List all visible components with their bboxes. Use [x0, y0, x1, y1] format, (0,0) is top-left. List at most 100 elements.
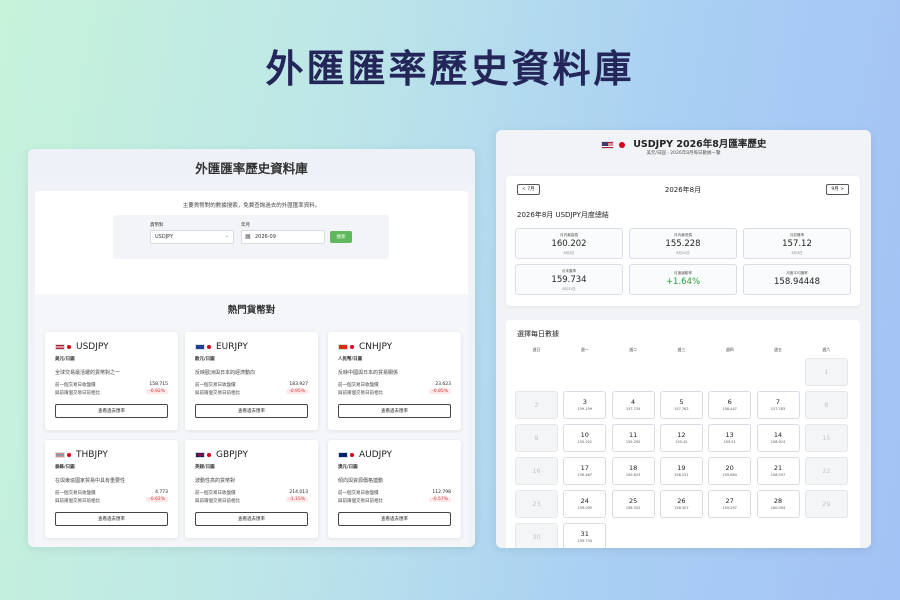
monthly-summary-card: < 7月 2026年8月 9月 > 2026年8月 USDJPY月度總結 月內最…: [506, 176, 860, 306]
gb-flag-icon: [195, 452, 205, 458]
stat-date: 8月3日: [563, 251, 575, 255]
stat-date: 8月31日: [562, 287, 576, 291]
next-month-button[interactable]: 9月 >: [826, 184, 849, 195]
search-button[interactable]: 搜索: [330, 231, 352, 243]
card-pair-subtitle: 人民幣/日圓: [338, 357, 363, 362]
weekday-header: 週三: [677, 347, 686, 352]
summary-stat: 月內最高價 160.202 8月3日: [515, 228, 623, 259]
day-rate: 159.095: [577, 506, 593, 510]
card-close-label: 前一個交易日收盤價: [338, 383, 379, 388]
card-pair-subtitle: 澳元/日圓: [338, 465, 358, 470]
view-history-button[interactable]: 查看過去匯率: [338, 404, 451, 418]
card-close-row: 前一個交易日收盤價 214.013: [195, 490, 308, 496]
calendar-day[interactable]: 13 159.51: [708, 424, 752, 452]
calendar-day[interactable]: 19 158.151: [659, 457, 703, 485]
calendar-day[interactable]: 10 155.202: [563, 424, 607, 452]
card-change-badge: -1.15%: [286, 497, 308, 502]
day-rate: 155.202: [577, 440, 593, 444]
view-history-button[interactable]: 查看過去匯率: [195, 404, 308, 418]
card-pair-name: THBJPY: [76, 450, 108, 460]
calendar-day: 2: [515, 391, 558, 419]
stat-label: 月度變動率: [674, 271, 692, 275]
currency-card-cnhjpy: CNHJPY 人民幣/日圓 反映中國與日本的貿易關係 前一個交易日收盤價 23.623 與…: [328, 332, 461, 430]
calendar-day[interactable]: 17 156.467: [563, 457, 607, 485]
day-number: 23: [532, 500, 541, 508]
card-change-badge: -0.62%: [146, 497, 168, 502]
day-number: 8: [824, 401, 829, 409]
calendar-day[interactable]: 20 159.664: [708, 457, 752, 485]
weekday-header: 週一: [580, 347, 589, 352]
card-header: EURJPY: [195, 342, 248, 352]
calendar-day[interactable]: 4 157.734: [611, 391, 655, 419]
card-change-row: 與前兩個交易日前相比 -0.57%: [338, 497, 451, 504]
day-rate: 158.151: [674, 473, 689, 477]
card-change-row: 與前兩個交易日前相比 -0.62%: [55, 497, 168, 504]
card-change-label: 與前兩個交易日前相比: [338, 499, 383, 504]
day-number: 7: [775, 398, 781, 406]
day-number: 3: [582, 398, 587, 406]
weekday-header: 週六: [822, 347, 831, 352]
calendar-day[interactable]: 7 157.783: [756, 391, 800, 419]
calendar-day[interactable]: 6 158.447: [708, 391, 752, 419]
calendar-day: 8: [804, 391, 848, 419]
card-description: 在與東協國家貿易中具有重要性: [55, 478, 126, 484]
view-history-button[interactable]: 查看過去匯率: [55, 512, 168, 526]
calendar-day[interactable]: 12 155.42: [659, 424, 703, 452]
calendar-day[interactable]: 5 157.762: [659, 391, 703, 419]
calendar-day[interactable]: 31 159.734: [563, 523, 607, 548]
calendar-day[interactable]: 24 159.095: [563, 490, 607, 518]
calendar-day[interactable]: 28 160.094: [756, 490, 800, 518]
day-number: 24: [580, 497, 589, 505]
calendar-day[interactable]: 21 158.937: [756, 457, 800, 485]
day-number: 14: [773, 431, 783, 439]
currency-card-audjpy: AUDJPY 澳元/日圓 傾向與資源價格連動 前一個交易日收盤價 112.798 與前兩個…: [328, 440, 461, 538]
popular-pairs-title: 熱門貨幣對: [227, 305, 276, 316]
day-rate: 157.762: [674, 407, 689, 411]
view-history-button[interactable]: 查看過去匯率: [195, 512, 308, 526]
card-close-value: 183.927: [289, 382, 308, 387]
day-rate: 159.664: [722, 473, 737, 477]
calendar-day[interactable]: 25 158.352: [611, 490, 655, 518]
view-history-button[interactable]: 查看過去匯率: [55, 404, 168, 418]
card-close-row: 前一個交易日收盤價 183.927: [195, 382, 308, 388]
calendar-day: 9: [515, 424, 558, 452]
view-history-button[interactable]: 查看過去匯率: [338, 512, 451, 526]
calendar-day: 30: [515, 523, 558, 548]
day-number: 11: [628, 431, 638, 439]
jp-flag-icon: [207, 345, 211, 349]
day-number: 1: [824, 368, 829, 376]
calendar-day: 16: [515, 457, 558, 485]
calendar-day[interactable]: 3 159.159: [563, 391, 607, 419]
pair-select[interactable]: USDJPY ⌄: [150, 230, 234, 244]
jp-flag-icon: [67, 345, 71, 349]
calendar-day[interactable]: 26 158.307: [659, 490, 703, 518]
month-input-value: 2026-09: [255, 234, 276, 240]
stat-value: 158.94448: [774, 277, 820, 287]
calendar-day[interactable]: 14 158.924: [756, 424, 800, 452]
day-rate: 159.623: [625, 473, 641, 477]
stat-value: 157.12: [782, 239, 812, 249]
card-pair-subtitle: 美元/日圓: [55, 357, 75, 362]
stat-date: 8月10日: [676, 251, 690, 255]
jp-flag-icon: [350, 345, 354, 349]
day-rate: 156.467: [577, 473, 593, 477]
card-close-label: 前一個交易日收盤價: [55, 491, 96, 496]
calendar-day[interactable]: 11 155.292: [611, 424, 655, 452]
card-change-label: 與前兩個交易日前相比: [195, 391, 240, 396]
history-subtitle: 美元/日圓 · 2026年8月每日數據一覽: [646, 151, 721, 156]
month-input[interactable]: ▦ 2026-09: [241, 230, 325, 244]
card-change-label: 與前兩個交易日前相比: [338, 391, 383, 396]
calendar-day[interactable]: 27 159.297: [708, 490, 752, 518]
calendar-day: 22: [804, 457, 848, 485]
card-change-badge: -0.92%: [146, 389, 168, 394]
popular-pairs-section: 熱門貨幣對 USDJPY 美元/日圓 全球交易最活躍的貨幣對之一 前一個交易日收盤價 1…: [35, 294, 468, 547]
summary-stat: 月度平均匯率 158.94448: [743, 264, 851, 295]
stat-label: 月末匯率: [561, 269, 577, 273]
current-month: 2026年8月: [664, 186, 702, 194]
calendar-day[interactable]: 18 159.623: [611, 457, 655, 485]
day-rate: 159.159: [577, 407, 593, 411]
calendar-icon: ▦: [245, 233, 251, 240]
card-change-row: 與前兩個交易日前相比 -0.85%: [338, 389, 451, 396]
us-flag-icon: [55, 344, 65, 350]
day-number: 29: [822, 500, 831, 508]
